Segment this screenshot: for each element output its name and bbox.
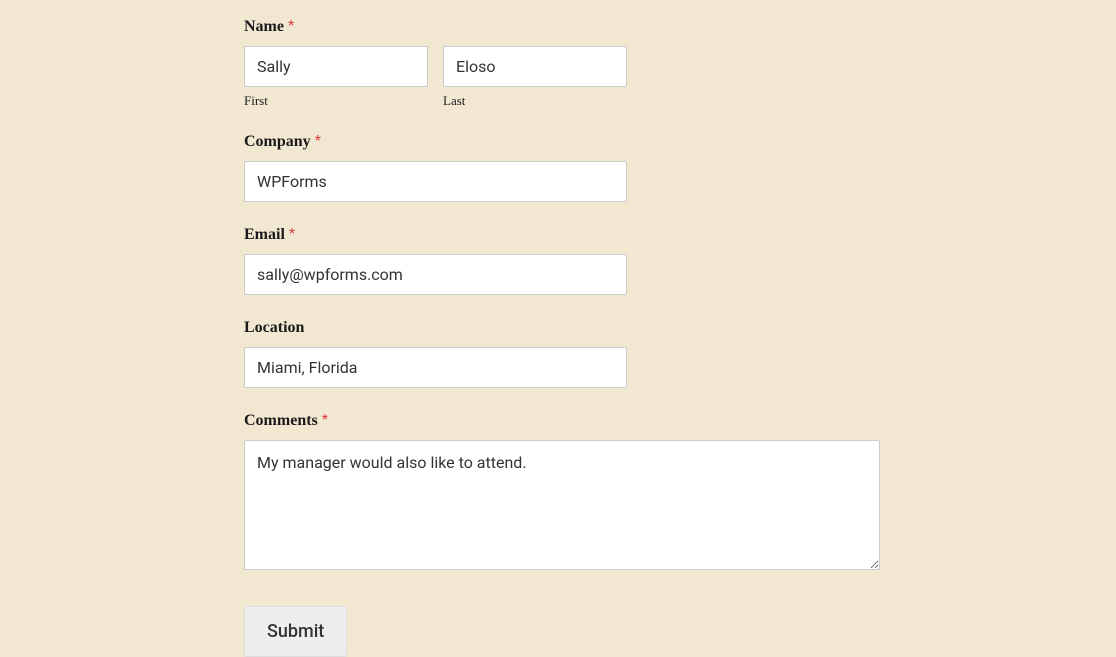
email-label: Email *: [244, 226, 1116, 244]
last-name-sublabel: Last: [443, 93, 627, 109]
registration-form: Name * First Last Company * Email *: [0, 0, 1116, 657]
company-label-text: Company: [244, 133, 311, 150]
first-name-sublabel: First: [244, 93, 428, 109]
first-name-input[interactable]: [244, 46, 428, 87]
company-label: Company *: [244, 133, 1116, 151]
name-label-text: Name: [244, 18, 284, 35]
required-marker: *: [288, 18, 294, 35]
submit-button[interactable]: Submit: [244, 606, 347, 657]
required-marker: *: [322, 412, 328, 429]
company-field: Company *: [244, 133, 1116, 202]
comments-label: Comments *: [244, 412, 1116, 430]
name-label: Name *: [244, 18, 1116, 36]
location-field: Location: [244, 319, 1116, 388]
email-field: Email *: [244, 226, 1116, 295]
location-label-text: Location: [244, 319, 304, 336]
last-name-input[interactable]: [443, 46, 627, 87]
required-marker: *: [315, 133, 321, 150]
company-input[interactable]: [244, 161, 627, 202]
email-label-text: Email: [244, 226, 285, 243]
required-marker: *: [289, 226, 295, 243]
location-input[interactable]: [244, 347, 627, 388]
email-input[interactable]: [244, 254, 627, 295]
comments-textarea[interactable]: [244, 440, 880, 570]
comments-label-text: Comments: [244, 412, 318, 429]
location-label: Location: [244, 319, 1116, 337]
name-field: Name * First Last: [244, 18, 1116, 109]
comments-field: Comments *: [244, 412, 1116, 574]
